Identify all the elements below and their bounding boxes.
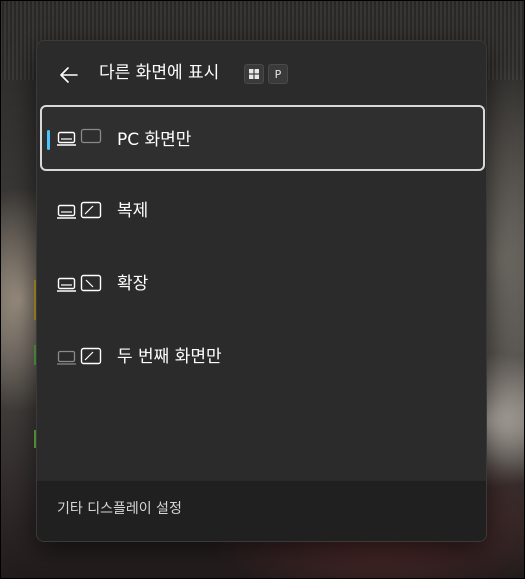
selection-indicator <box>47 130 50 150</box>
option-label: 복제 <box>117 201 149 221</box>
windows-logo-icon <box>249 69 259 79</box>
duplicate-icon <box>57 201 102 219</box>
arrow-left-icon <box>60 67 78 83</box>
extend-icon <box>57 274 102 292</box>
back-button[interactable] <box>51 59 87 91</box>
option-second-screen-only[interactable]: 두 번째 화면만 <box>40 324 485 390</box>
flyout-title: 다른 화면에 표시 <box>99 63 220 83</box>
pc-screen-only-icon <box>57 128 102 146</box>
flyout-header: 다른 화면에 표시 P <box>37 41 486 105</box>
more-display-settings-link[interactable]: 기타 디스플레이 설정 <box>57 498 182 520</box>
option-extend[interactable]: 확장 <box>40 251 485 317</box>
p-key-badge: P <box>268 64 288 84</box>
option-label: 두 번째 화면만 <box>117 347 222 367</box>
project-flyout: 다른 화면에 표시 P PC 화면만 복제 확장 두 번째 화면만 기타 디스플… <box>36 40 487 542</box>
option-label: PC 화면만 <box>117 130 192 150</box>
option-pc-screen-only[interactable]: PC 화면만 <box>40 105 485 171</box>
option-duplicate[interactable]: 복제 <box>40 178 485 244</box>
option-label: 확장 <box>117 274 149 294</box>
windows-key-badge <box>244 64 264 84</box>
flyout-footer: 기타 디스플레이 설정 <box>37 480 486 541</box>
second-screen-only-icon <box>57 347 102 365</box>
